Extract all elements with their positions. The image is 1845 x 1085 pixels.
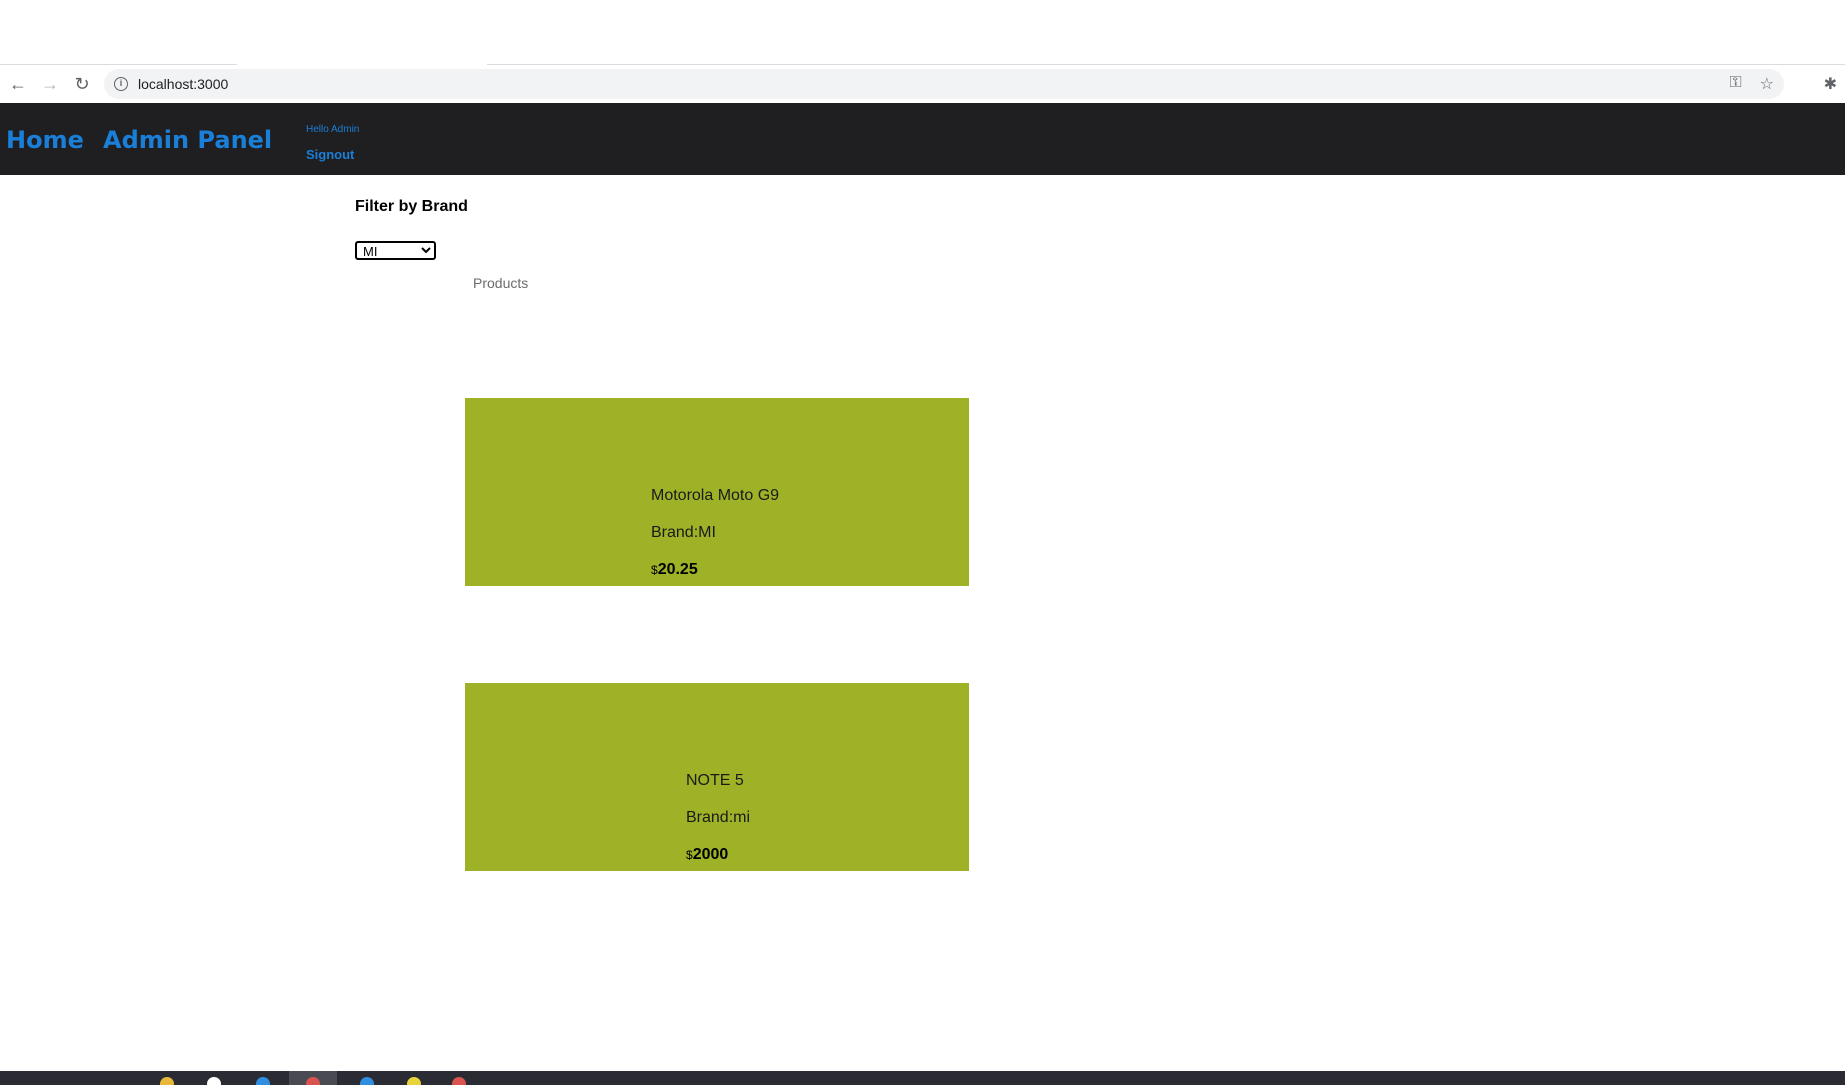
product-card[interactable]: Motorola Moto G9 Brand:MI $20.25 [465,398,969,586]
product-name: Motorola Moto G9 [651,487,780,504]
forward-arrow-icon[interactable]: → [34,68,66,100]
address-bar-url[interactable]: localhost:3000 [138,76,228,92]
address-bar[interactable]: i localhost:3000 ⚿ ☆ [104,69,1784,99]
products-heading: Products [473,275,529,291]
site-info-icon[interactable]: i [114,77,128,91]
app-icon[interactable] [452,1077,466,1085]
currency-symbol: $ [686,848,693,862]
product-price: $2000 [686,846,728,864]
product-brand: Brand:mi [686,809,751,826]
bookmark-star-icon[interactable]: ☆ [1760,74,1774,94]
user-greeting: Hello Admin [306,124,360,135]
product-name: NOTE 5 [686,772,744,789]
app-icon[interactable] [407,1077,421,1085]
reload-icon[interactable]: ↻ [66,68,98,100]
product-brand: Brand:MI [651,524,716,541]
chrome-icon[interactable] [306,1077,320,1085]
browser-toolbar: ← → ↻ i localhost:3000 ⚿ ☆ ✱ [0,65,1845,103]
nav-home-link[interactable]: Home [6,126,84,154]
product-price: $20.25 [651,561,698,579]
price-value: 20.25 [657,561,698,578]
app-icon[interactable] [207,1077,221,1085]
browser-icon[interactable] [256,1077,270,1085]
currency-symbol: $ [651,563,658,577]
signout-link[interactable]: Signout [306,147,354,162]
extensions-puzzle-icon[interactable]: ✱ [1824,74,1837,94]
brand-filter-select[interactable]: MI [355,241,436,260]
product-card[interactable]: NOTE 5 Brand:mi $2000 [465,683,969,871]
back-arrow-icon[interactable]: ← [2,68,34,100]
file-explorer-icon[interactable] [160,1077,174,1085]
site-navbar: Home Admin Panel Hello Admin Signout [0,103,1845,175]
vscode-icon[interactable] [360,1077,374,1085]
browser-tab-strip [0,0,1845,65]
price-value: 2000 [692,846,729,863]
os-taskbar [0,1071,1845,1085]
nav-admin-panel-link[interactable]: Admin Panel [103,126,272,154]
filter-title: Filter by Brand [355,198,468,215]
key-icon[interactable]: ⚿ [1729,74,1741,94]
